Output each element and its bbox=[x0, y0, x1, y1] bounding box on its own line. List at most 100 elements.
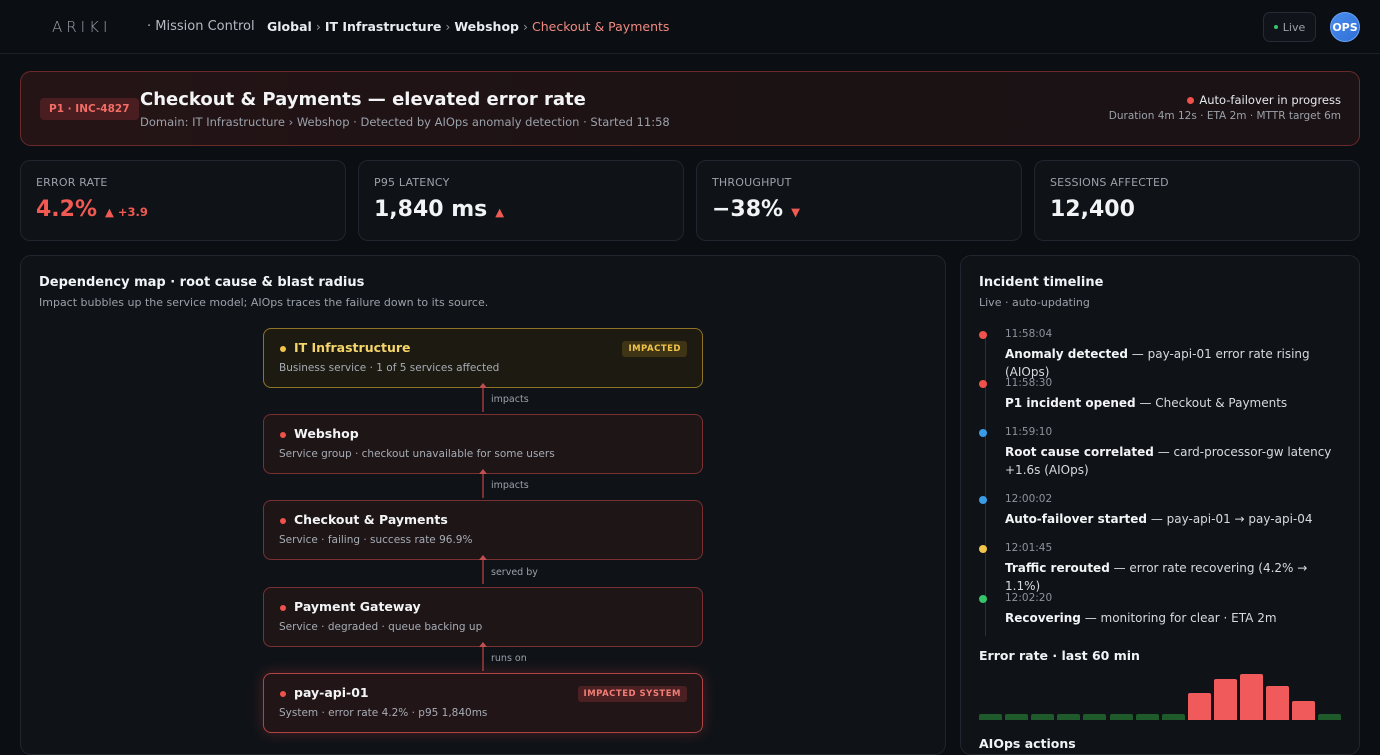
edge-label: impacts bbox=[491, 480, 529, 491]
sparkline-bar bbox=[1057, 714, 1080, 720]
status-badge: IMPACTED bbox=[622, 341, 687, 357]
dependency-map-panel: Dependency map · root cause & blast radi… bbox=[20, 255, 946, 755]
timeline-event-title: P1 incident opened bbox=[1005, 396, 1136, 410]
status-badge: IMPACTED SYSTEM bbox=[577, 686, 687, 702]
sparkline-bar bbox=[1136, 714, 1159, 720]
edge-arrow-icon bbox=[479, 383, 487, 412]
sparkline-bar bbox=[1162, 714, 1185, 720]
kpi-value-wrap: 4.2% ▲ +3.9 bbox=[36, 197, 148, 222]
timeline-subtitle: Live · auto-updating bbox=[979, 296, 1090, 309]
timeline-text: Auto-failover started — pay-api-01 → pay… bbox=[1005, 512, 1313, 526]
kpi-label: THROUGHPUT bbox=[712, 176, 792, 189]
incident-status: Auto-failover in progress bbox=[1187, 93, 1341, 107]
aiops-actions-title: AIOps actions bbox=[979, 736, 1076, 751]
timeline-event-title: Root cause correlated bbox=[1005, 445, 1154, 459]
kpi-label: ERROR RATE bbox=[36, 176, 108, 189]
live-toggle[interactable]: Live bbox=[1263, 12, 1316, 42]
node-name: pay-api-01 bbox=[294, 685, 369, 700]
sparkline-bar bbox=[1188, 693, 1211, 720]
kpi-throughput[interactable]: THROUGHPUT −38% ▼ bbox=[696, 160, 1022, 241]
node-it-infrastructure[interactable]: IT Infrastructure Business service · 1 o… bbox=[263, 328, 703, 388]
node-description: Service group · checkout unavailable for… bbox=[279, 448, 555, 460]
sparkline-bar bbox=[1266, 686, 1289, 720]
timeline-dot-icon bbox=[979, 545, 987, 553]
node-checkout-payments[interactable]: Checkout & Payments Service · failing · … bbox=[263, 500, 703, 560]
kpi-label: P95 LATENCY bbox=[374, 176, 450, 189]
edge-label: served by bbox=[491, 567, 538, 578]
status-dot-icon bbox=[1187, 96, 1195, 104]
node-description: Business service · 1 of 5 services affec… bbox=[279, 362, 500, 374]
edge-arrow-icon bbox=[479, 469, 487, 498]
kpi-value-wrap: −38% ▼ bbox=[712, 197, 800, 222]
node-payment-gateway[interactable]: Payment Gateway Service · degraded · que… bbox=[263, 587, 703, 647]
trend-up-icon: ▲ bbox=[495, 205, 505, 219]
breadcrumb-separator: › bbox=[523, 19, 528, 34]
top-bar: ARIKI · Mission Control Global › IT Infr… bbox=[0, 0, 1380, 54]
timeline-time: 11:59:10 bbox=[1005, 426, 1053, 438]
error-rate-sparkline bbox=[979, 666, 1343, 720]
severity-badge: P1 · INC-4827 bbox=[40, 98, 139, 120]
edge-label: runs on bbox=[491, 653, 527, 664]
sparkline-bar bbox=[979, 714, 1002, 720]
status-dot-icon bbox=[280, 432, 286, 438]
node-webshop[interactable]: Webshop Service group · checkout unavail… bbox=[263, 414, 703, 474]
timeline-text: Root cause correlated — card-processor-g… bbox=[1005, 445, 1332, 477]
kpi-value-wrap: 12,400 bbox=[1050, 197, 1135, 222]
status-dot-icon bbox=[280, 605, 286, 611]
sparkline-bar bbox=[1110, 714, 1133, 720]
timeline-event-title: Anomaly detected bbox=[1005, 347, 1128, 361]
timeline-dot-icon bbox=[979, 331, 987, 339]
node-name: Webshop bbox=[294, 426, 359, 441]
timeline-dot-icon bbox=[979, 595, 987, 603]
dependency-map-subtitle: Impact bubbles up the service model; AIO… bbox=[39, 296, 489, 309]
kpi-value: 1,840 ms bbox=[374, 197, 488, 222]
kpi-p95-latency[interactable]: P95 LATENCY 1,840 ms ▲ bbox=[358, 160, 684, 241]
live-status-icon bbox=[1273, 25, 1278, 29]
timeline-text: Anomaly detected — pay-api-01 error rate… bbox=[1005, 347, 1310, 379]
sparkline-bar bbox=[1318, 714, 1341, 720]
status-dot-icon bbox=[280, 518, 286, 524]
sparkline-bar bbox=[1083, 714, 1106, 720]
node-name: Payment Gateway bbox=[294, 599, 421, 614]
ariki-logo[interactable]: ARIKI bbox=[52, 18, 111, 36]
live-label: Live bbox=[1282, 20, 1306, 34]
kpi-sessions-affected[interactable]: SESSIONS AFFECTED 12,400 bbox=[1034, 160, 1360, 241]
timeline-time: 12:01:45 bbox=[1005, 542, 1053, 554]
incident-banner: P1 · INC-4827 Checkout & Payments — elev… bbox=[20, 71, 1360, 146]
incident-meta: Duration 4m 12s · ETA 2m · MTTR target 6… bbox=[1108, 110, 1341, 122]
breadcrumb-webshop[interactable]: Webshop bbox=[454, 19, 519, 34]
kpi-label: SESSIONS AFFECTED bbox=[1050, 176, 1169, 189]
node-description: Service · failing · success rate 96.9% bbox=[279, 534, 473, 546]
breadcrumb: Global › IT Infrastructure › Webshop › C… bbox=[267, 19, 669, 34]
timeline-event-title: Auto-failover started bbox=[1005, 512, 1147, 526]
timeline-text: Recovering — monitoring for clear · ETA … bbox=[1005, 611, 1277, 625]
avatar[interactable]: OPS bbox=[1330, 12, 1360, 42]
timeline-dot-icon bbox=[979, 496, 987, 504]
kpi-value: −38% bbox=[712, 197, 784, 222]
timeline-dot-icon bbox=[979, 380, 987, 388]
kpi-value: 12,400 bbox=[1050, 197, 1135, 222]
node-description: Service · degraded · queue backing up bbox=[279, 621, 483, 633]
sparkline-bar bbox=[1214, 679, 1237, 720]
kpi-error-rate[interactable]: ERROR RATE 4.2% ▲ +3.9 bbox=[20, 160, 346, 241]
node-name: Checkout & Payments bbox=[294, 512, 448, 527]
timeline-time: 11:58:04 bbox=[1005, 328, 1053, 340]
breadcrumb-separator: › bbox=[315, 19, 321, 34]
breadcrumb-it-infrastructure[interactable]: IT Infrastructure bbox=[325, 19, 442, 34]
breadcrumb-separator: › bbox=[445, 19, 451, 34]
node-description: System · error rate 4.2% · p95 1,840ms bbox=[279, 707, 488, 719]
app-name: · Mission Control bbox=[147, 19, 255, 34]
incident-status-label: Auto-failover in progress bbox=[1199, 93, 1341, 107]
timeline-time: 12:00:02 bbox=[1005, 493, 1053, 505]
timeline-dot-icon bbox=[979, 429, 987, 437]
edge-arrow-icon bbox=[479, 555, 487, 584]
breadcrumb-global[interactable]: Global bbox=[267, 19, 312, 34]
status-dot-icon bbox=[280, 691, 286, 697]
incident-subtitle: Domain: IT Infrastructure › Webshop · De… bbox=[140, 115, 670, 129]
incident-title: Checkout & Payments — elevated error rat… bbox=[140, 89, 586, 110]
sparkline-bar bbox=[1005, 714, 1028, 720]
kpi-value-wrap: 1,840 ms ▲ bbox=[374, 197, 504, 222]
node-pay-api-01[interactable]: pay-api-01 System · error rate 4.2% · p9… bbox=[263, 673, 703, 733]
timeline-time: 12:02:20 bbox=[1005, 592, 1053, 604]
timeline-title: Incident timeline bbox=[979, 275, 1104, 290]
